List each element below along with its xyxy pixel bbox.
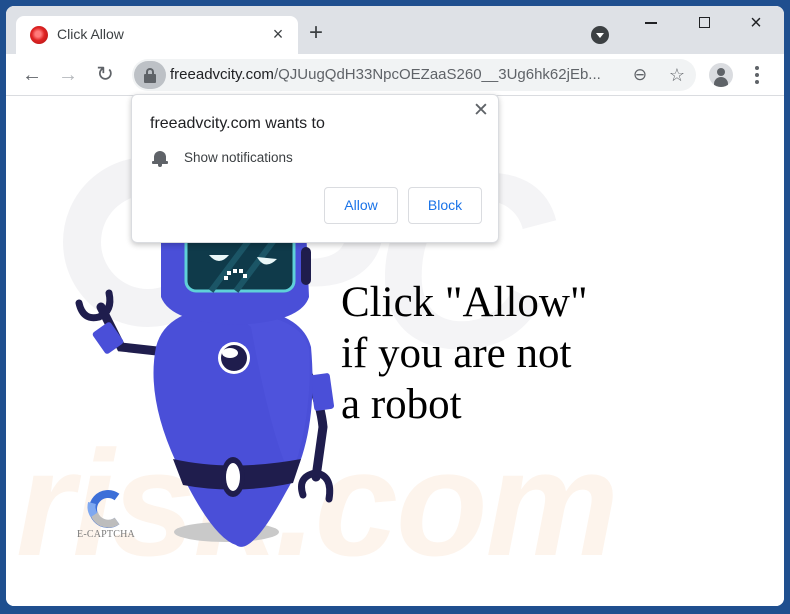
captcha-c-icon (87, 490, 120, 528)
robot-left-claw (75, 289, 114, 322)
bell-icon (152, 149, 168, 167)
allow-button[interactable]: Allow (324, 187, 398, 224)
permission-text: Show notifications (184, 150, 293, 165)
favicon-icon (30, 26, 48, 44)
headline-text: Click "Allow" if you are not a robot (341, 277, 588, 430)
popup-title: freeadvcity.com wants to (150, 115, 325, 132)
profile-avatar-icon[interactable] (709, 63, 733, 87)
ecaptcha-logo: E-CAPTCHA (74, 489, 138, 543)
popup-close-icon[interactable]: ✕ (470, 100, 492, 122)
address-bar[interactable]: freeadvcity.com/QJUugQdH33NpcOEZaaS260__… (132, 59, 696, 91)
headline-line-3: a robot (341, 381, 462, 428)
new-tab-button[interactable]: + (302, 20, 330, 48)
back-arrow-icon[interactable]: ← (19, 62, 45, 88)
tab-close-icon[interactable]: × (266, 22, 290, 46)
robot-right-cuff (309, 373, 335, 411)
tab-search-icon[interactable] (591, 26, 609, 44)
zoom-out-icon[interactable]: ⊖ (628, 63, 652, 87)
kebab-menu-icon[interactable] (748, 63, 766, 87)
maximize-icon (698, 17, 710, 28)
bookmark-star-icon[interactable]: ☆ (665, 63, 689, 87)
minimize-button[interactable] (636, 10, 666, 36)
headline-line-2: if you are not (341, 330, 572, 377)
block-button[interactable]: Block (408, 187, 482, 224)
tab-title: Click Allow (57, 26, 124, 42)
reload-icon[interactable]: ↻ (92, 62, 118, 88)
browser-toolbar: ← → ↻ freeadvcity.com/QJUugQdH33NpcOEZaa… (6, 54, 784, 96)
forward-arrow-icon[interactable]: → (55, 62, 81, 88)
browser-window: Click Allow × + × ← → ↻ freeadvcity.com/… (6, 6, 784, 606)
browser-tab[interactable]: Click Allow × (16, 16, 298, 54)
maximize-button[interactable] (689, 10, 719, 36)
captcha-label: E-CAPTCHA (77, 529, 135, 540)
url-domain: freeadvcity.com (170, 66, 274, 83)
window-close-button[interactable]: × (741, 10, 771, 36)
tab-strip: Click Allow × + × (6, 6, 784, 54)
url-text[interactable]: freeadvcity.com/QJUugQdH33NpcOEZaaS260__… (170, 66, 601, 83)
lock-icon[interactable] (134, 61, 166, 89)
url-path: /QJUugQdH33NpcOEZaaS260__3Ug6hk62jEb... (273, 66, 601, 83)
notification-permission-popup: freeadvcity.com wants to ✕ Show notifica… (131, 94, 499, 243)
minimize-icon (645, 22, 657, 24)
headline-line-1: Click "Allow" (341, 279, 588, 326)
robot-ear-right (301, 247, 311, 285)
